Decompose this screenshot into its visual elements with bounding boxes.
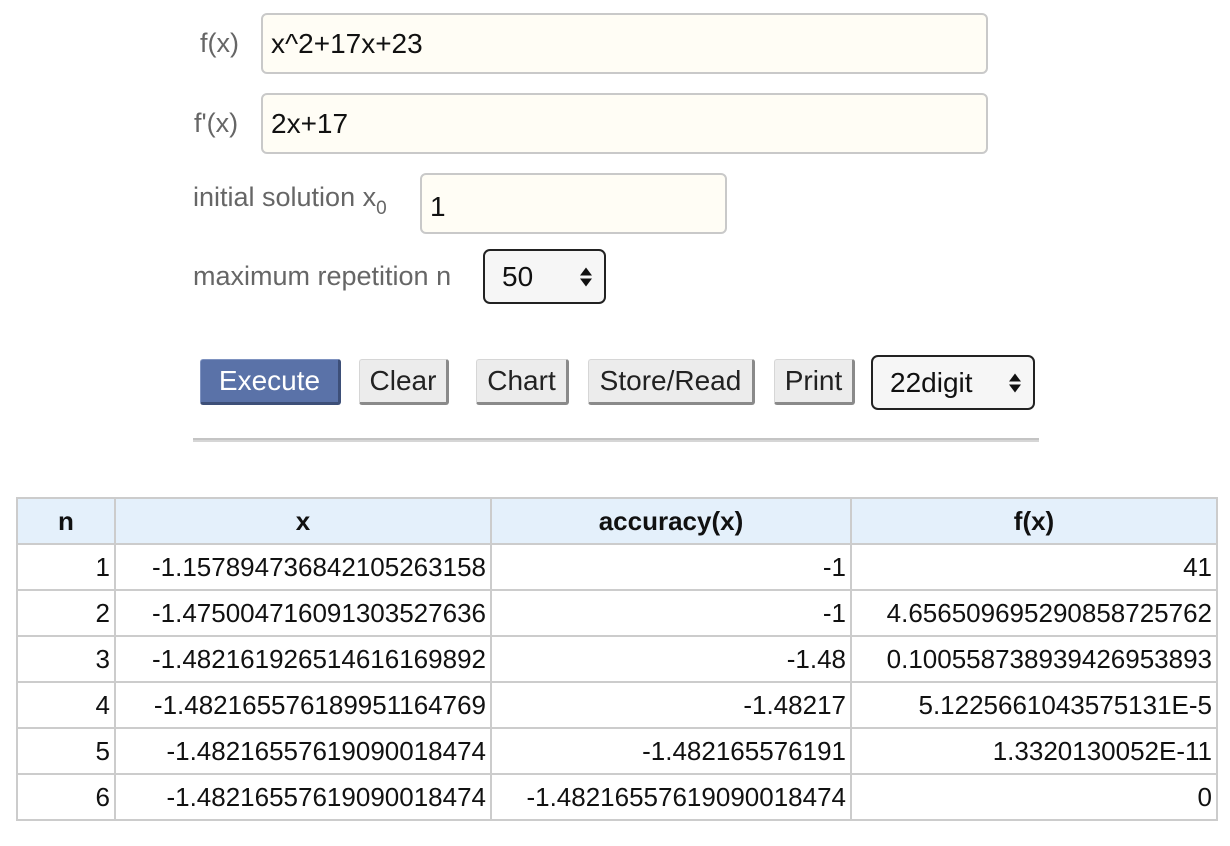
cell-x: -1.48216557619090018474: [114, 727, 492, 775]
x0-subscript: 0: [376, 198, 387, 219]
fx-label: f(x): [200, 28, 239, 58]
digits-select-value: 22digit: [890, 366, 973, 398]
print-button[interactable]: Print: [774, 359, 855, 405]
cell-n: 4: [16, 681, 116, 729]
dfx-label: f'(x): [194, 108, 239, 138]
cell-n: 3: [16, 635, 116, 683]
cell-accuracy: -1.48: [490, 635, 852, 683]
table-row: 1 -1.157894736842105263158 -1 41: [16, 543, 1218, 591]
fx-input[interactable]: x^2+17x+23: [261, 13, 988, 74]
n-select-value: 50: [502, 260, 534, 292]
table-row: 2 -1.475004716091303527636 -1 4.65650969…: [16, 589, 1218, 637]
table-header-row: n x accuracy(x) f(x): [16, 497, 1218, 545]
results-table: n x accuracy(x) f(x) 1 -1.15789473684210…: [16, 497, 1218, 821]
cell-x: -1.482161926514616169892: [114, 635, 492, 683]
header-accuracy: accuracy(x): [490, 497, 852, 545]
n-label: maximum repetition n: [193, 261, 452, 291]
cell-accuracy: -1.482165576191: [490, 727, 852, 775]
cell-x: -1.475004716091303527636: [114, 589, 492, 637]
dfx-input[interactable]: 2x+17: [261, 93, 988, 154]
digits-select[interactable]: 22digit: [871, 355, 1035, 410]
x0-input[interactable]: 1: [420, 173, 727, 234]
updown-chevron-icon: [580, 267, 592, 286]
cell-x: -1.157894736842105263158: [114, 543, 492, 591]
header-x: x: [114, 497, 492, 545]
header-n: n: [16, 497, 116, 545]
table-row: 4 -1.482165576189951164769 -1.48217 5.12…: [16, 681, 1218, 729]
cell-accuracy: -1.48216557619090018474: [490, 773, 852, 821]
cell-accuracy: -1: [490, 589, 852, 637]
execute-button[interactable]: Execute: [200, 359, 341, 405]
updown-chevron-icon: [1009, 373, 1021, 392]
cell-fx: 4.656509695290858725762: [850, 589, 1218, 637]
cell-n: 2: [16, 589, 116, 637]
clear-button[interactable]: Clear: [359, 359, 449, 405]
cell-fx: 0.100558738939426953893: [850, 635, 1218, 683]
store-read-button[interactable]: Store/Read: [588, 359, 755, 405]
cell-accuracy: -1: [490, 543, 852, 591]
chart-button[interactable]: Chart: [476, 359, 569, 405]
cell-n: 1: [16, 543, 116, 591]
divider: [193, 438, 1039, 442]
cell-accuracy: -1.48217: [490, 681, 852, 729]
table-row: 3 -1.482161926514616169892 -1.48 0.10055…: [16, 635, 1218, 683]
x0-label-text: initial solution x: [193, 182, 377, 212]
cell-n: 5: [16, 727, 116, 775]
n-select[interactable]: 50: [483, 249, 606, 304]
cell-x: -1.482165576189951164769: [114, 681, 492, 729]
table-row: 5 -1.48216557619090018474 -1.48216557619…: [16, 727, 1218, 775]
cell-fx: 1.3320130052E-11: [850, 727, 1218, 775]
cell-fx: 0: [850, 773, 1218, 821]
cell-fx: 5.1225661043575131E-5: [850, 681, 1218, 729]
header-fx: f(x): [850, 497, 1218, 545]
table-row: 6 -1.48216557619090018474 -1.48216557619…: [16, 773, 1218, 821]
cell-fx: 41: [850, 543, 1218, 591]
cell-n: 6: [16, 773, 116, 821]
cell-x: -1.48216557619090018474: [114, 773, 492, 821]
x0-label: initial solution x0: [193, 182, 387, 220]
